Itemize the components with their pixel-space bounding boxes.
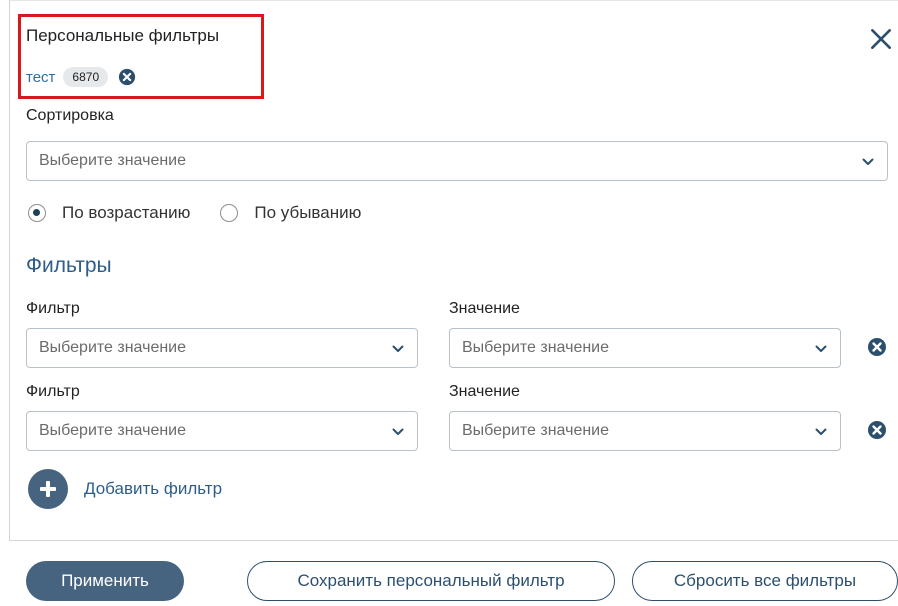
chevron-down-icon xyxy=(814,342,828,356)
value-select[interactable]: Выберите значение xyxy=(449,328,841,368)
radio-ascending-label: По возрастанию xyxy=(62,203,191,222)
filter-select-placeholder: Выберите значение xyxy=(39,422,187,439)
filter-select[interactable]: Выберите значение xyxy=(26,328,418,368)
add-filter-label: Добавить фильтр xyxy=(84,479,223,498)
reset-filters-button[interactable]: Сбросить все фильтры xyxy=(632,561,898,601)
filter-label: Фильтр xyxy=(26,300,80,317)
value-select[interactable]: Выберите значение xyxy=(449,411,841,451)
value-select-placeholder: Выберите значение xyxy=(462,422,610,439)
personal-filter-name[interactable]: тест xyxy=(26,69,55,86)
close-icon[interactable] xyxy=(868,26,894,52)
filters-section-title: Фильтры xyxy=(26,254,112,277)
chevron-down-icon xyxy=(391,425,405,439)
chevron-down-icon xyxy=(861,155,875,169)
personal-filter-chip: тест 6870 xyxy=(26,66,136,88)
chevron-down-icon xyxy=(814,425,828,439)
radio-descending[interactable]: По убыванию xyxy=(220,203,361,223)
times-circle-icon[interactable] xyxy=(867,337,887,357)
filter-label: Фильтр xyxy=(26,383,80,400)
add-filter-button[interactable]: Добавить фильтр xyxy=(28,469,222,509)
radio-ascending-indicator[interactable] xyxy=(28,204,46,222)
panel-top-border xyxy=(9,0,898,1)
filter-select-placeholder: Выберите значение xyxy=(39,339,187,356)
apply-button[interactable]: Применить xyxy=(26,561,184,601)
save-personal-filter-button[interactable]: Сохранить персональный фильтр xyxy=(247,561,615,601)
sorting-select-placeholder: Выберите значение xyxy=(39,152,187,169)
footer-divider xyxy=(9,540,898,541)
value-label: Значение xyxy=(449,383,520,400)
value-select-placeholder: Выберите значение xyxy=(462,339,610,356)
radio-descending-label: По убыванию xyxy=(254,203,362,222)
radio-ascending[interactable]: По возрастанию xyxy=(28,203,190,223)
sort-direction-group: По возрастанию По убыванию xyxy=(28,201,361,225)
radio-descending-indicator[interactable] xyxy=(220,204,239,222)
personal-filters-title: Персональные фильтры xyxy=(26,26,220,45)
filter-select[interactable]: Выберите значение xyxy=(26,411,418,451)
times-circle-icon[interactable] xyxy=(118,68,136,86)
plus-circle-icon[interactable] xyxy=(28,469,68,509)
sorting-select[interactable]: Выберите значение xyxy=(26,141,888,181)
value-label: Значение xyxy=(449,300,520,317)
personal-filter-count-badge: 6870 xyxy=(63,67,109,87)
chevron-down-icon xyxy=(391,342,405,356)
times-circle-icon[interactable] xyxy=(867,420,887,440)
panel-left-border xyxy=(9,0,10,540)
sorting-label: Сортировка xyxy=(26,107,114,124)
